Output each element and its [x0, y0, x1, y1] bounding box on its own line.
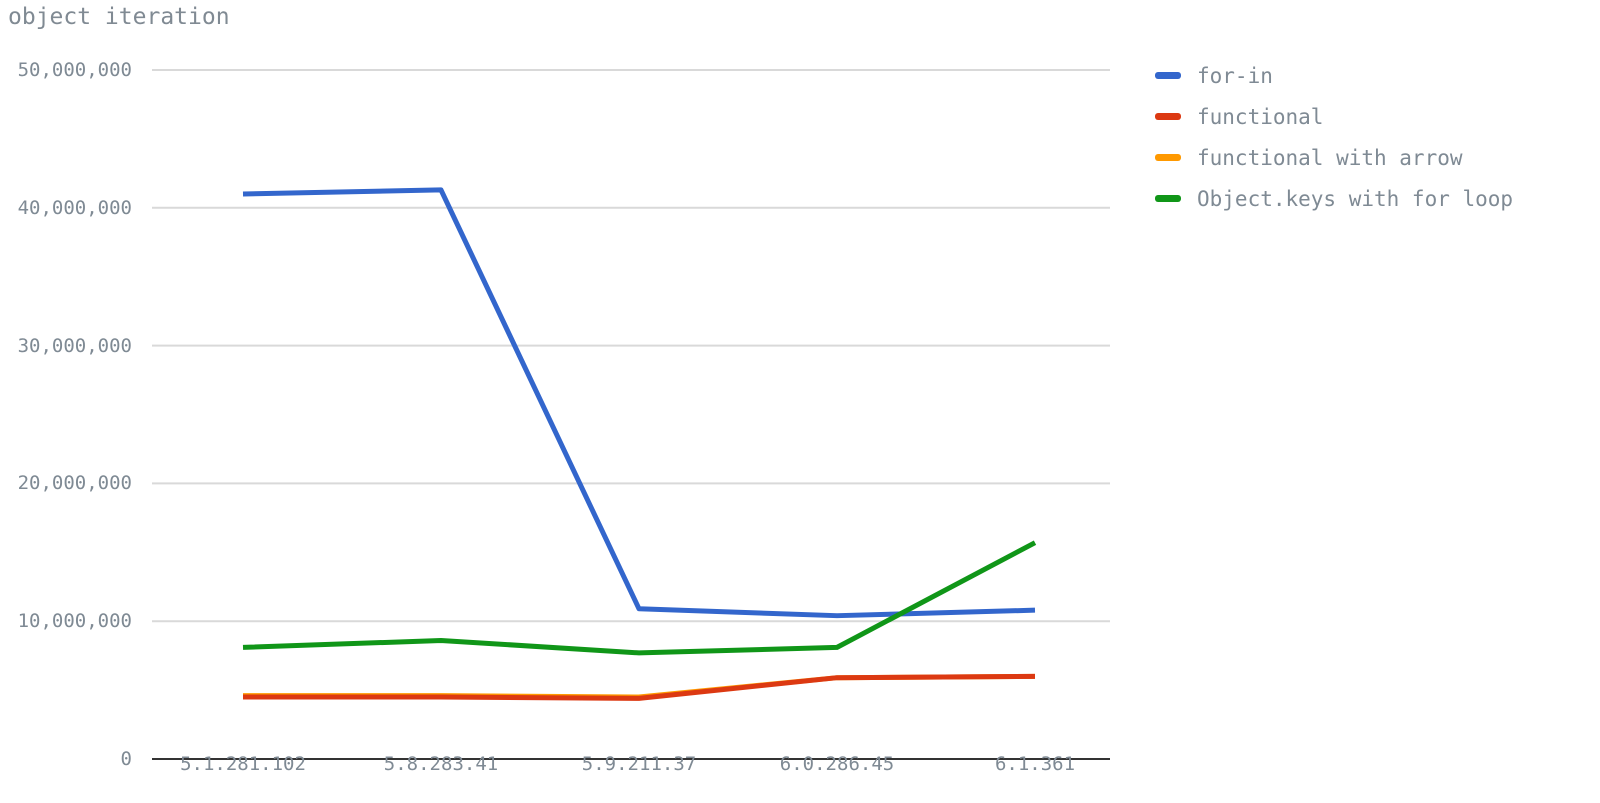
chart-canvas: [152, 69, 1110, 760]
legend-item[interactable]: for-in: [1155, 55, 1585, 96]
legend-item-label: for-in: [1197, 63, 1273, 88]
legend-item[interactable]: Object.keys with for loop: [1155, 178, 1585, 219]
x-tick-label: 5.8.283.41: [383, 753, 499, 775]
line-chart: object iteration 0 10,000,000 20,000,000 30…: [0, 0, 1600, 803]
legend-swatch-icon: [1155, 154, 1181, 161]
plot-area: [0, 0, 1130, 803]
legend-item[interactable]: functional: [1155, 96, 1585, 137]
x-tick-label: 6.0.286.45: [779, 753, 895, 775]
legend-item[interactable]: functional with arrow: [1155, 137, 1585, 178]
x-tick-label: 5.9.211.37: [581, 753, 697, 775]
x-tick-label: 6.1.361: [994, 753, 1076, 775]
legend-swatch-icon: [1155, 113, 1181, 120]
legend-swatch-icon: [1155, 195, 1181, 202]
legend-item-label: functional with arrow: [1197, 145, 1463, 170]
y-tick-label: 30,000,000: [17, 334, 132, 357]
y-tick-label: 20,000,000: [17, 472, 132, 495]
x-tick-label: 5.1.281.102: [180, 753, 306, 775]
y-tick-label: 10,000,000: [17, 610, 132, 633]
series-line-for-in[interactable]: [242, 187, 1036, 619]
series-line-object-keys-with-for-loop[interactable]: [242, 540, 1037, 656]
y-tick-label: 0: [120, 748, 132, 770]
legend-item-label: functional: [1197, 104, 1324, 129]
y-tick-label: 50,000,000: [17, 59, 132, 81]
y-tick-label: 40,000,000: [17, 196, 132, 219]
legend-item-label: Object.keys with for loop: [1197, 186, 1514, 211]
legend-swatch-icon: [1155, 72, 1181, 79]
chart-legend: for-in functional functional with arrow Obj…: [1155, 55, 1585, 219]
